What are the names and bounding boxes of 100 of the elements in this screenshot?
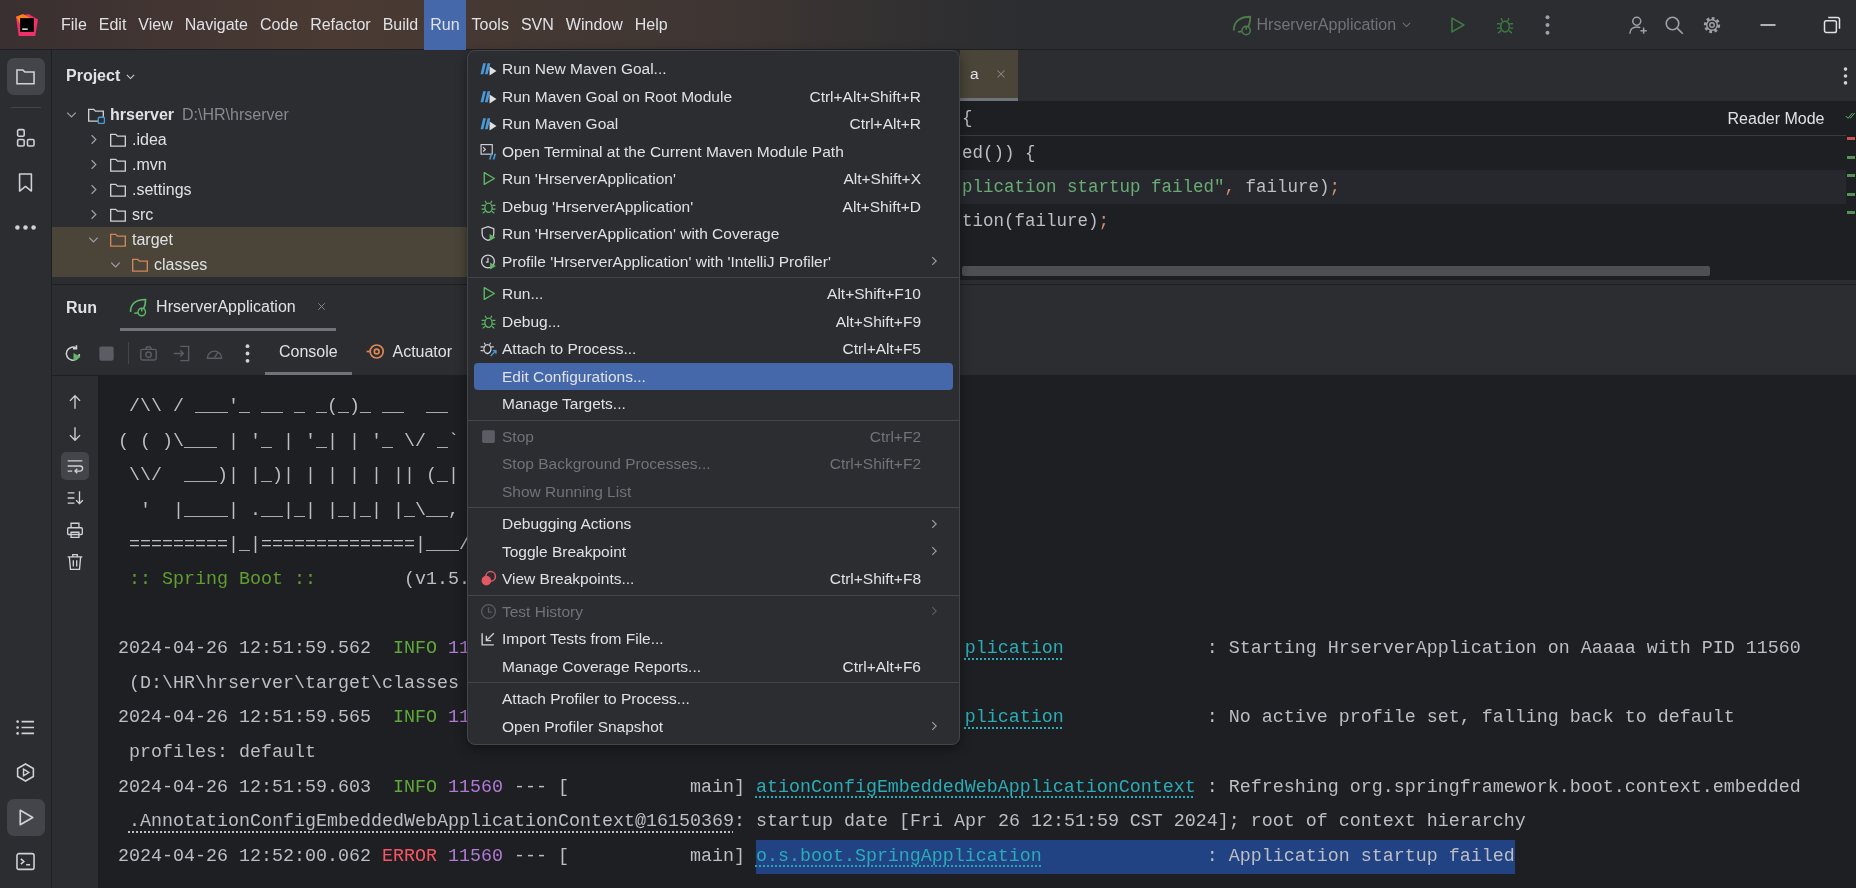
settings-icon[interactable] (1702, 14, 1722, 35)
maven-run-icon (480, 60, 497, 78)
process-id-text: 11 (447, 706, 470, 731)
menu-item[interactable]: Debug 'HrserverApplication' Alt+Shift+D (474, 192, 953, 220)
logger-link[interactable]: o.s.boot.SpringApplication (755, 839, 1196, 875)
panel-title[interactable]: Project (66, 64, 121, 88)
project-tool-button[interactable] (6, 57, 45, 95)
menu-item[interactable]: Debug... Alt+Shift+F9 (474, 307, 953, 335)
menu-item[interactable]: Debugging Actions (474, 510, 953, 538)
search-icon[interactable] (1664, 14, 1684, 35)
menu-item[interactable]: Edit Configurations... (474, 362, 953, 390)
console-text: /\\ / ___'_ __ _ _(_)_ __ __ (128, 395, 448, 419)
console-text: : Starting HrserverApplication on Aaaaa with PID 11560 (1206, 637, 1801, 662)
menu-bar-item[interactable]: Build (376, 0, 425, 50)
console-text: :: Spring Boot :: (128, 567, 316, 592)
console-text: profiles: default (129, 740, 316, 765)
menu-bar-item[interactable]: View (132, 0, 179, 50)
more-icon[interactable] (1843, 67, 1848, 85)
menu-item[interactable]: Manage Coverage Reports... Ctrl+Alt+F6 (474, 652, 953, 680)
structure-icon (15, 127, 36, 149)
console-text: (v1.5. (402, 567, 470, 592)
file-name: .idea (132, 129, 167, 150)
file-name: src (132, 204, 154, 225)
shortcut-text: Ctrl+Shift+F8 (828, 569, 921, 590)
menu-item[interactable]: View Breakpoints... Ctrl+Shift+F8 (474, 565, 953, 593)
scrollbar[interactable] (962, 266, 1710, 277)
code-line: plication startup failed", failure); (962, 175, 1341, 199)
menu-item[interactable]: Attach to Process... Ctrl+Alt+F5 (474, 335, 953, 363)
terminal-icon (480, 142, 497, 160)
bug-arrow-icon (480, 340, 497, 358)
shield-run-icon (480, 225, 497, 243)
file-name: hrserver (110, 104, 175, 125)
console-text: : startup date [Fri Apr 26 12:51:59 CST 2024]; root of context hierarchy (733, 810, 1526, 835)
menu-item[interactable]: Run New Maven Goal... (474, 55, 953, 83)
menu-bar-item[interactable]: File (55, 0, 93, 50)
console-text: (D:\HR\hrserver\target\classes (129, 671, 459, 696)
file-name: .settings (132, 179, 192, 200)
shortcut-text: Alt+Shift+D (841, 196, 921, 217)
timestamp-text: 2024-04-26 12:52:00.062 (118, 844, 371, 869)
console-text: \\/ ___)| |_)| | | | | || (_| (128, 464, 459, 489)
log-level-text: INFO (391, 775, 437, 800)
timestamp-text: 2024-04-26 12:51:59.565 (118, 706, 371, 731)
menu-bar-item[interactable]: Code (253, 0, 305, 50)
menu-bar-item[interactable]: Run (424, 0, 466, 50)
import-icon (480, 630, 497, 648)
code-text: { (962, 107, 973, 131)
menu-item[interactable]: Open Terminal at the Current Maven Module Path (474, 137, 953, 165)
menu-bar-item[interactable]: SVN (514, 0, 560, 50)
timestamp-text: 2024-04-26 12:51:59.562 (118, 637, 371, 662)
menu-item[interactable]: Run 'HrserverApplication' Alt+Shift+X (474, 165, 953, 193)
menu-bar-item[interactable]: Help (628, 0, 674, 50)
menu-bar-item[interactable]: Refactor (304, 0, 377, 50)
menu-item[interactable]: Run Maven Goal Ctrl+Alt+R (474, 110, 953, 138)
object-link[interactable]: .AnnotationConfigEmbeddedWebApplicationContext@16150369 (129, 805, 734, 840)
log-level-text: ERROR (381, 844, 437, 869)
target-icon (365, 342, 385, 361)
menu-bar-item[interactable]: Navigate (178, 0, 254, 50)
logger-link[interactable]: ationConfigEmbeddedWebApplicationContext (755, 770, 1196, 806)
shortcut-text: Ctrl+Alt+Shift+R (808, 86, 921, 107)
shortcut-text: Ctrl+Alt+F6 (841, 656, 921, 677)
shortcut-text: Ctrl+Alt+R (848, 114, 921, 135)
more-icon[interactable] (1545, 14, 1550, 35)
more-icon (15, 224, 36, 230)
scroll-to-end-icon (66, 489, 84, 507)
restore-icon[interactable] (1822, 14, 1842, 35)
soft-wrap-button[interactable] (61, 452, 89, 480)
logger-link[interactable]: plication (964, 632, 1196, 667)
soft-wrap-icon (66, 457, 84, 475)
shortcut-text: Alt+Shift+X (842, 169, 921, 190)
menu-bar-item[interactable]: Edit (92, 0, 133, 50)
menu-item[interactable]: Attach Profiler to Process... (474, 685, 953, 713)
stop-icon (96, 343, 116, 363)
run-tool-button[interactable] (6, 798, 45, 836)
menu-item[interactable]: Run... Alt+Shift+F10 (474, 280, 953, 308)
editor-tab[interactable]: a (960, 50, 1019, 101)
menu-item[interactable]: Toggle Breakpoint (474, 537, 953, 565)
view-tab[interactable]: Actuator (351, 331, 467, 375)
menu-item[interactable]: Run Maven Goal on Root Module Ctrl+Alt+Shift+R (474, 82, 953, 110)
app-logo-icon[interactable] (16, 13, 38, 36)
tool-window-title: Run (66, 298, 98, 318)
log-level-text: INFO (391, 637, 437, 662)
menu-item[interactable]: Manage Targets... (474, 390, 953, 418)
log-level-text: INFO (391, 706, 437, 731)
logger-link[interactable]: plication (964, 701, 1196, 736)
run-tab[interactable]: HrserverApplication (120, 285, 337, 331)
bug-icon (480, 312, 497, 330)
shortcut-text: Alt+Shift+F10 (826, 284, 921, 305)
exit-icon (171, 343, 191, 363)
menu-item[interactable]: Import Tests from File... (474, 625, 953, 653)
reader-mode-button[interactable]: Reader Mode (1721, 105, 1831, 132)
code-line: ed()) { (962, 141, 1036, 165)
spring-leaf-icon (128, 296, 149, 317)
more-icon (244, 343, 250, 363)
console-text: : Application startup failed (1206, 844, 1515, 869)
menu-bar-item[interactable]: Window (559, 0, 629, 50)
menu-item[interactable]: Open Profiler Snapshot (474, 712, 953, 740)
timestamp-text: 2024-04-26 12:51:59.603 (118, 775, 371, 800)
menu-bar-item[interactable]: Tools (465, 0, 515, 50)
add-user-icon[interactable] (1628, 14, 1648, 35)
code-line: tion(failure); (962, 209, 1110, 233)
